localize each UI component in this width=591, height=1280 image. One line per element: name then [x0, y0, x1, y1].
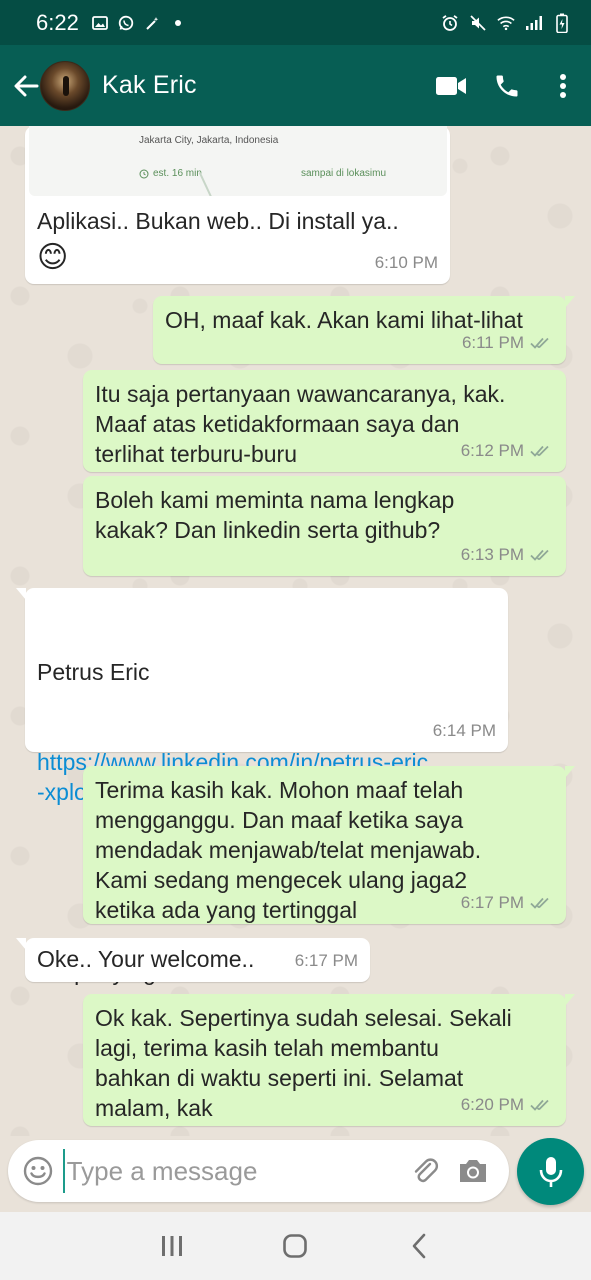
status-bar: 6:22: [0, 0, 591, 45]
message-time: 6:13 PM: [460, 545, 524, 564]
message-meta: 6:10 PM: [375, 248, 438, 278]
bubble-tail: [16, 938, 26, 950]
message-composer: [8, 1140, 509, 1202]
message-meta: 6:17 PM: [295, 946, 358, 976]
contact-name[interactable]: Kak Eric: [102, 71, 197, 100]
message-input[interactable]: [62, 1149, 402, 1193]
home-icon[interactable]: [270, 1221, 320, 1271]
chat-header: Kak Eric: [0, 45, 591, 126]
clock-icon: [139, 169, 149, 179]
signal-icon: [525, 15, 543, 31]
chat-area[interactable]: Jakarta City, Jakarta, Indonesia est. 16…: [0, 126, 591, 1136]
status-notification-icons: [91, 15, 187, 31]
back-nav-icon[interactable]: [394, 1221, 444, 1271]
phone-icon[interactable]: [479, 61, 535, 111]
message-outgoing[interactable]: Boleh kami meminta nama lengkap kakak? D…: [83, 476, 566, 576]
message-name-line: Petrus Eric: [37, 659, 150, 685]
double-check-icon: [530, 549, 549, 561]
message-meta: 6:13 PM: [461, 540, 554, 570]
map-address: Jakarta City, Jakarta, Indonesia: [139, 135, 279, 146]
message-incoming[interactable]: Jakarta City, Jakarta, Indonesia est. 16…: [25, 126, 450, 284]
mic-button[interactable]: [517, 1138, 584, 1205]
message-meta: 6:14 PM: [433, 716, 496, 746]
video-call-icon[interactable]: [423, 61, 479, 111]
mute-icon: [469, 14, 487, 31]
message-time: 6:20 PM: [460, 1095, 524, 1114]
camera-icon[interactable]: [449, 1146, 497, 1196]
double-check-icon: [530, 445, 549, 457]
attach-icon[interactable]: [402, 1146, 450, 1196]
map-preview[interactable]: Jakarta City, Jakarta, Indonesia est. 16…: [29, 126, 447, 196]
whatsapp-icon: [117, 15, 135, 31]
message-outgoing[interactable]: OH, maaf kak. Akan kami lihat-lihat 6:11…: [153, 296, 575, 364]
message-time: 6:11 PM: [461, 333, 524, 352]
message-time: 6:14 PM: [432, 721, 496, 740]
message-outgoing[interactable]: Ok kak. Sepertinya sudah selesai. Sekali…: [83, 994, 575, 1126]
message-text: Boleh kami meminta nama lengkap kakak? D…: [95, 487, 455, 543]
message-text-line: Aplikasi.. Bukan web.. Di install ya..: [37, 208, 399, 234]
map-destination: sampai di lokasimu: [301, 168, 387, 179]
message-meta: 6:12 PM: [461, 436, 554, 466]
status-system-icons: [441, 13, 571, 33]
message-time: 6:12 PM: [460, 441, 524, 460]
double-check-icon: [530, 897, 549, 909]
status-time: 6:22: [36, 9, 79, 35]
bubble-tail: [565, 994, 575, 1006]
double-check-icon: [530, 1099, 549, 1111]
message-incoming[interactable]: Petrus Eric https://www.linkedin.com/in/…: [16, 588, 508, 985]
more-vert-icon[interactable]: [535, 61, 591, 111]
double-check-icon: [530, 337, 549, 349]
bubble-tail: [565, 766, 575, 778]
emoji-icon[interactable]: [13, 1146, 63, 1196]
system-nav-bar: [0, 1212, 591, 1280]
battery-icon: [553, 13, 571, 33]
map-estimate-text: est. 16 min: [153, 168, 202, 179]
dot-icon: [169, 15, 187, 31]
mic-icon: [539, 1156, 562, 1187]
message-meta: 6:20 PM: [461, 1090, 554, 1120]
message-outgoing[interactable]: Terima kasih kak. Mohon maaf telah mengg…: [83, 766, 575, 924]
message-incoming[interactable]: Oke.. Your welcome.. 6:17 PM: [16, 938, 370, 982]
bubble-tail: [16, 588, 26, 600]
image-icon: [91, 15, 109, 31]
header-actions: [423, 61, 591, 111]
bubble-tail: [565, 296, 575, 308]
wifi-icon: [497, 15, 515, 31]
message-outgoing[interactable]: Itu saja pertanyaan wawancaranya, kak. M…: [83, 370, 566, 472]
message-time: 6:17 PM: [460, 893, 524, 912]
recents-icon[interactable]: [147, 1221, 197, 1271]
map-estimate: est. 16 min: [139, 159, 202, 189]
avatar[interactable]: [40, 60, 90, 111]
magic-wand-icon: [143, 15, 161, 31]
message-meta: 6:17 PM: [461, 888, 554, 918]
alarm-icon: [441, 14, 459, 31]
message-time: 6:17 PM: [294, 951, 358, 970]
message-meta: 6:11 PM: [462, 328, 554, 358]
message-time: 6:10 PM: [374, 253, 438, 272]
